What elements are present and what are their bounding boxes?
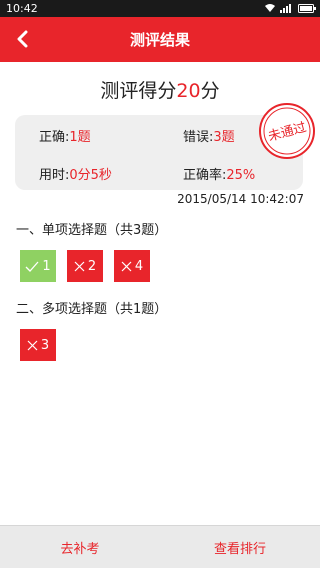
fail-stamp: 未通过 xyxy=(259,103,315,159)
rate-value: 25% xyxy=(226,168,256,183)
question-button-3[interactable]: 3 xyxy=(20,329,56,361)
navbar: 测评结果 xyxy=(0,17,320,62)
rate-label: 正确率: xyxy=(183,168,227,183)
correct-label: 正确: xyxy=(39,130,70,145)
status-bar: 10:42 xyxy=(0,0,320,17)
wrong-count: 错误:3题 xyxy=(183,126,235,145)
question-number: 2 xyxy=(87,258,97,274)
score-heading: 测评得分20分 xyxy=(0,76,320,103)
status-icons xyxy=(264,3,316,16)
question-button-2[interactable]: 2 xyxy=(67,250,103,282)
question-number: 3 xyxy=(40,337,50,353)
test-date: 2015/05/14 10:42:07 xyxy=(177,192,304,206)
check-icon xyxy=(25,261,39,272)
time-value: 0分5秒 xyxy=(69,168,112,183)
score-value: 20 xyxy=(176,80,201,102)
wifi-icon xyxy=(264,3,276,16)
correct-value: 1题 xyxy=(69,130,91,145)
question-button-4[interactable]: 4 xyxy=(114,250,150,282)
question-button-1[interactable]: 1 xyxy=(20,250,56,282)
section-title-multiple: 二、多项选择题（共1题） xyxy=(16,302,168,317)
time-used: 用时:0分5秒 xyxy=(39,164,112,183)
cross-icon xyxy=(27,340,38,350)
time-label: 用时: xyxy=(39,168,70,183)
status-time: 10:42 xyxy=(6,2,38,15)
correct-count: 正确:1题 xyxy=(39,126,91,145)
view-ranking-button[interactable]: 查看排行 xyxy=(160,526,320,568)
score-suffix: 分 xyxy=(200,80,220,102)
signal-icon xyxy=(280,3,294,16)
score-prefix: 测评得分 xyxy=(100,80,177,102)
cross-icon xyxy=(74,261,85,271)
page-title: 测评结果 xyxy=(129,31,190,49)
accuracy-rate: 正确率:25% xyxy=(183,164,255,183)
retake-button[interactable]: 去补考 xyxy=(0,526,160,568)
wrong-label: 错误: xyxy=(183,130,214,145)
battery-icon xyxy=(298,3,316,16)
bottom-action-bar: 去补考 查看排行 xyxy=(0,525,320,568)
cross-icon xyxy=(121,261,132,271)
question-number: 1 xyxy=(42,258,51,274)
question-number: 4 xyxy=(134,258,144,274)
wrong-value: 3题 xyxy=(213,130,235,145)
section-title-single: 一、单项选择题（共3题） xyxy=(16,223,168,238)
